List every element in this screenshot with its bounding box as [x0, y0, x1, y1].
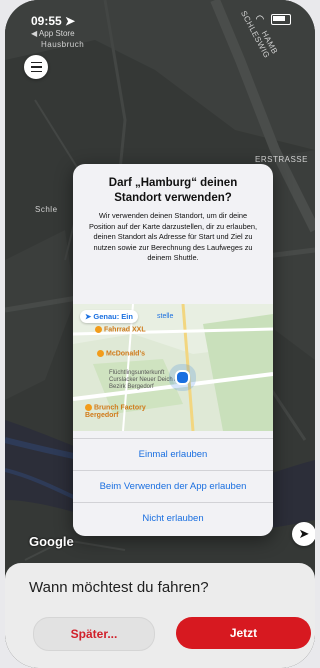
locate-me-button[interactable]: ➤: [292, 522, 315, 546]
poi-marker-icon: [85, 404, 92, 411]
location-permission-dialog: Darf „Hamburg“ deinen Standort verwenden…: [73, 164, 273, 536]
menu-button[interactable]: [24, 55, 48, 79]
ride-time-question: Wann möchtest du fahren?: [29, 579, 209, 596]
map-street-label: ERSTRASSE: [255, 155, 308, 164]
menu-icon: [30, 60, 42, 74]
poi-label: Fahrrad XXL: [95, 326, 146, 333]
map-partial-label: stelle: [157, 313, 174, 320]
current-location-dot: [175, 370, 190, 385]
poi-label: Brunch Factory Bergedorf: [85, 404, 146, 420]
map-place-label: Hausbruch: [41, 40, 85, 49]
poi-marker-icon: [97, 350, 104, 357]
poi-label: McDonald's: [97, 350, 145, 357]
status-icons: ◠: [255, 14, 291, 25]
google-attribution: Google: [29, 534, 74, 549]
bottom-sheet: Wann möchtest du fahren? Später... Jetzt: [5, 563, 315, 668]
location-arrow-icon: ➤: [65, 14, 76, 28]
allow-while-using-button[interactable]: Beim Verwenden der App erlauben: [73, 470, 273, 502]
later-button[interactable]: Später...: [33, 617, 155, 651]
status-time: 09:55 ➤: [31, 14, 76, 28]
phone-screen: 09:55 ➤ ◀ App Store ◠ Hausbruch SCHLESWI…: [5, 0, 315, 668]
dialog-message: Wir verwenden deinen Standort, um dir de…: [88, 211, 258, 262]
location-arrow-icon: ➤: [298, 526, 310, 541]
back-to-app-store-link[interactable]: ◀ App Store: [31, 29, 75, 38]
map-street-label: Schle: [35, 205, 58, 214]
poi-marker-icon: [95, 326, 102, 333]
deny-button[interactable]: Nicht erlauben: [73, 502, 273, 534]
battery-icon: [271, 14, 291, 25]
dialog-title: Darf „Hamburg“ deinen Standort verwenden…: [108, 177, 238, 204]
now-button[interactable]: Jetzt: [176, 617, 311, 649]
wifi-icon: ◠: [255, 14, 265, 26]
allow-once-button[interactable]: Einmal erlauben: [73, 438, 273, 470]
precise-location-toggle[interactable]: ➤ Genau: Ein: [80, 310, 138, 323]
